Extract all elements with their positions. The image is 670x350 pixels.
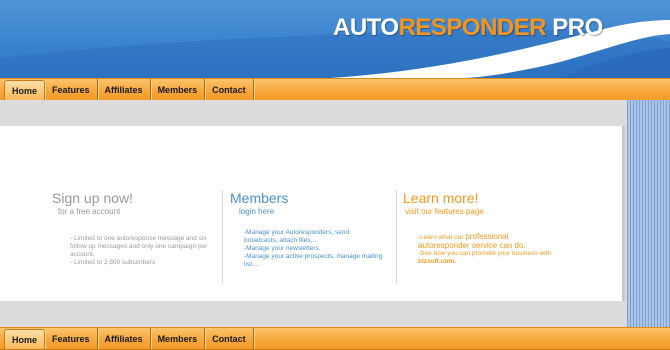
members-bullet: -Manage your newsletters. (244, 245, 321, 252)
signup-bullet: - Limited to 2,500 subscribers (70, 259, 156, 266)
content-bottom-band (0, 301, 627, 327)
learn-section: Learn more! visit our features page -Lea… (403, 190, 551, 265)
brand-logo[interactable]: AUTORESPONDER PRO (333, 14, 603, 42)
signup-title[interactable]: Sign up now! (52, 190, 133, 206)
footer-nav-features[interactable]: Features (45, 328, 98, 349)
footer-nav-home[interactable]: Home (4, 329, 46, 349)
members-description: -Manage your Autoresponders, send broadc… (244, 229, 384, 269)
signup-section: Sign up now! for a free account - Limite… (52, 190, 207, 266)
nav-contact[interactable]: Contact (205, 79, 254, 100)
members-section: Members login here -Manage your Autoresp… (230, 190, 382, 268)
panel-shadow (622, 126, 627, 301)
nav-members[interactable]: Members (151, 79, 206, 100)
logo-text-pro: PRO (546, 14, 603, 41)
side-stripe-decoration (627, 100, 670, 327)
nav-home[interactable]: Home (4, 80, 46, 100)
header-banner: AUTORESPONDER PRO (0, 0, 670, 78)
column-divider (222, 190, 223, 283)
nav-affiliates[interactable]: Affiliates (98, 79, 151, 100)
members-title[interactable]: Members (230, 190, 288, 206)
learn-line2: autoresponder service can do. (418, 241, 526, 250)
members-login-link[interactable]: login here (239, 207, 288, 216)
logo-text-auto: AUTO (333, 14, 399, 41)
signup-subtitle[interactable]: for a free account (58, 207, 133, 216)
learn-line3: -See how you can promote your business w… (418, 250, 568, 258)
learn-features-link[interactable]: visit our features page (405, 207, 484, 216)
learn-line1-emphasis: professional (465, 232, 509, 241)
top-navigation: Home Features Affiliates Members Contact (0, 78, 670, 101)
learn-line3-text: -See how you can promote your business w… (418, 250, 551, 257)
signup-description: - Limited to one autoresponse message an… (70, 235, 215, 267)
content-top-band (0, 100, 627, 126)
members-bullet: -Manage your active prospects, manage ma… (244, 253, 383, 268)
learn-line1-prefix: -Learn what our (418, 234, 466, 241)
members-bullet: -Manage your Autoresponders, send broadc… (244, 229, 350, 244)
footer-nav-contact[interactable]: Contact (205, 328, 254, 349)
footer-nav-affiliates[interactable]: Affiliates (98, 328, 151, 349)
learn-title[interactable]: Learn more! (403, 190, 484, 206)
footer-nav-members[interactable]: Members (151, 328, 206, 349)
nav-features[interactable]: Features (45, 79, 98, 100)
logo-text-responder: RESPONDER (398, 14, 547, 41)
signup-bullet: - Limited to one autoresponse message an… (70, 235, 208, 258)
learn-description: -Learn what our professional autorespond… (418, 233, 568, 266)
bizsoft-link[interactable]: bizsoft.com. (418, 258, 456, 265)
column-divider (396, 190, 397, 283)
